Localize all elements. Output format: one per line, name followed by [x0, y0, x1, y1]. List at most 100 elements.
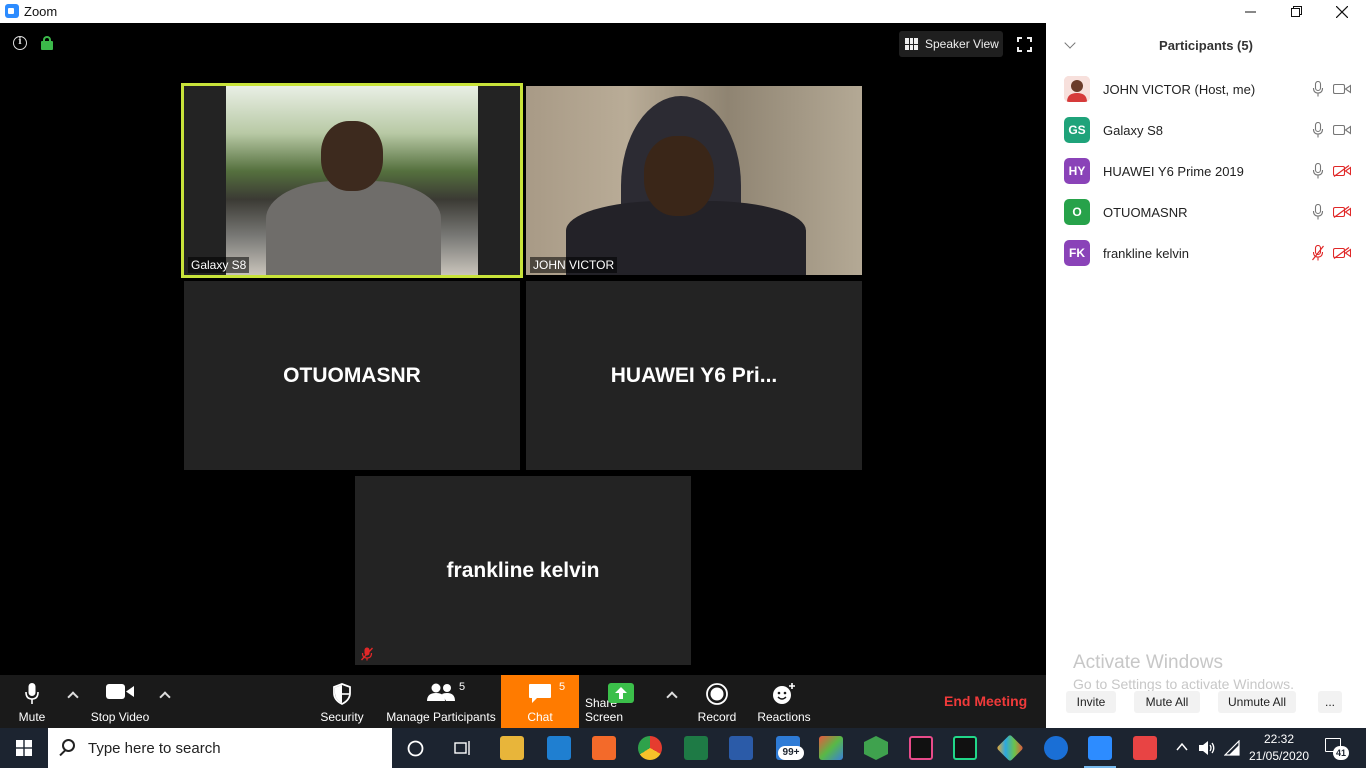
task-view-icon[interactable] [454, 740, 472, 756]
participant-video [226, 86, 478, 275]
mute-all-button[interactable]: Mute All [1134, 691, 1200, 713]
avatar-initials: O [1064, 199, 1090, 225]
video-off-icon[interactable] [1333, 247, 1351, 259]
notification-count-badge: 41 [1333, 746, 1349, 760]
record-label: Record [697, 710, 737, 724]
action-center-button[interactable]: 41 [1325, 738, 1349, 760]
video-camera-icon[interactable] [1333, 124, 1351, 136]
xampp-icon[interactable] [592, 736, 616, 760]
pycharm-icon[interactable] [953, 736, 977, 760]
participants-panel-header: Participants (5) [1046, 23, 1366, 67]
windows-taskbar: Type here to search 99+ 22:32 21/05/2020… [0, 728, 1366, 768]
mail-icon[interactable]: 99+ [776, 736, 804, 760]
share-screen-button[interactable]: Share Screen [585, 675, 657, 728]
security-button[interactable]: Security [312, 675, 372, 728]
wifi-icon[interactable] [1224, 740, 1240, 756]
shield-icon [333, 683, 351, 705]
encryption-lock-icon[interactable] [41, 36, 53, 50]
video-tile-frankline-kelvin[interactable]: frankline kelvin [355, 476, 691, 665]
activation-watermark-subtitle: Go to Settings to activate Windows. [1073, 676, 1294, 692]
manage-participants-label: Manage Participants [386, 710, 496, 724]
mute-button[interactable]: Mute [8, 675, 56, 728]
tile-name: HUAWEI Y6 Pri... [610, 363, 778, 387]
participant-name: frankline kelvin [1103, 246, 1189, 261]
speaker-view-button[interactable]: Speaker View [899, 31, 1003, 57]
speaker-view-label: Speaker View [925, 37, 999, 51]
microphone-icon[interactable] [1312, 122, 1324, 138]
taskbar-search-box[interactable]: Type here to search [48, 728, 392, 768]
reactions-label: Reactions [757, 710, 811, 724]
anydesk-icon[interactable] [1133, 736, 1157, 760]
participant-row-john-victor[interactable]: JOHN VICTOR (Host, me) [1046, 69, 1366, 110]
stop-video-button[interactable]: Stop Video [84, 675, 156, 728]
microphone-icon[interactable] [1312, 81, 1324, 97]
zoom-app-icon [5, 4, 19, 18]
share-screen-icon [608, 683, 634, 703]
teamviewer-icon[interactable] [1044, 736, 1068, 760]
fullscreen-icon[interactable] [1017, 37, 1032, 52]
chat-button[interactable]: 5 Chat [501, 675, 579, 728]
nodejs-icon[interactable] [864, 736, 888, 760]
excel-icon[interactable] [684, 736, 708, 760]
windows-logo-icon [16, 740, 32, 756]
video-tile-galaxy-s8[interactable]: Galaxy S8 [181, 83, 523, 278]
zoom-taskbar-icon[interactable] [1084, 736, 1116, 768]
tile-name: frankline kelvin [446, 558, 600, 582]
participant-row-otuomasnr[interactable]: O OTUOMASNR [1046, 192, 1366, 233]
microphone-icon [25, 683, 39, 704]
more-options-button[interactable]: ... [1318, 691, 1342, 713]
invite-button[interactable]: Invite [1066, 691, 1116, 713]
video-camera-icon [106, 684, 134, 699]
chrome-icon[interactable] [638, 736, 662, 760]
participant-name: HUAWEI Y6 Prime 2019 [1103, 164, 1244, 179]
unmute-all-button[interactable]: Unmute All [1218, 691, 1296, 713]
clock-date[interactable]: 21/05/2020 [1249, 749, 1309, 763]
word-icon[interactable] [729, 736, 753, 760]
app-icon-colorful[interactable] [819, 736, 843, 760]
minimize-button[interactable] [1227, 0, 1273, 23]
video-tile-john-victor[interactable]: JOHN VICTOR [526, 86, 862, 275]
participants-icon [427, 683, 455, 701]
show-hidden-icons-chevron-up-icon[interactable] [1176, 742, 1188, 752]
microphone-icon[interactable] [1312, 163, 1324, 179]
cortana-circle-icon[interactable] [407, 740, 424, 757]
participant-name: OTUOMASNR [1103, 205, 1188, 220]
video-off-icon[interactable] [1333, 206, 1351, 218]
intellij-icon[interactable] [909, 736, 933, 760]
avatar-initials: HY [1064, 158, 1090, 184]
restore-button[interactable] [1273, 0, 1319, 23]
participant-row-frankline-kelvin[interactable]: FK frankline kelvin [1046, 233, 1366, 274]
share-options-caret-icon[interactable] [666, 689, 678, 701]
video-off-icon[interactable] [1333, 165, 1351, 177]
git-kraken-icon[interactable] [996, 734, 1024, 762]
vs-code-icon[interactable] [547, 736, 571, 760]
participants-panel-title: Participants (5) [1159, 38, 1253, 53]
security-label: Security [320, 710, 364, 724]
meeting-info-icon[interactable]: i [13, 36, 27, 50]
volume-icon[interactable] [1198, 740, 1216, 756]
video-camera-icon[interactable] [1333, 83, 1351, 95]
muted-mic-icon[interactable] [1312, 245, 1324, 261]
title-bar: Zoom [0, 0, 1366, 23]
file-explorer-icon[interactable] [500, 736, 524, 760]
audio-options-caret-icon[interactable] [67, 689, 79, 701]
participants-panel: Participants (5) JOHN VICTOR (Host, me) [1046, 23, 1366, 728]
end-meeting-button[interactable]: End Meeting [944, 693, 1027, 709]
activation-watermark-title: Activate Windows [1073, 652, 1223, 673]
muted-mic-icon [361, 647, 373, 661]
reactions-button[interactable]: Reactions [752, 675, 816, 728]
restore-icon [1290, 6, 1302, 17]
record-button[interactable]: Record [690, 675, 744, 728]
microphone-icon[interactable] [1312, 204, 1324, 220]
video-options-caret-icon[interactable] [159, 689, 171, 701]
clock-time[interactable]: 22:32 [1249, 732, 1309, 746]
participant-row-galaxy-s8[interactable]: GS Galaxy S8 [1046, 110, 1366, 151]
avatar-initials: FK [1064, 240, 1090, 266]
zoom-window: Zoom i Speaker View Galaxy S8 JOHN VICTO… [0, 0, 1366, 768]
video-tile-otuomasnr[interactable]: OTUOMASNR [184, 281, 520, 470]
close-button[interactable] [1319, 0, 1365, 23]
participant-row-huawei[interactable]: HY HUAWEI Y6 Prime 2019 [1046, 151, 1366, 192]
start-button[interactable] [0, 728, 48, 768]
manage-participants-button[interactable]: 5 Manage Participants [385, 675, 497, 728]
video-tile-huawei[interactable]: HUAWEI Y6 Pri... [526, 281, 862, 470]
